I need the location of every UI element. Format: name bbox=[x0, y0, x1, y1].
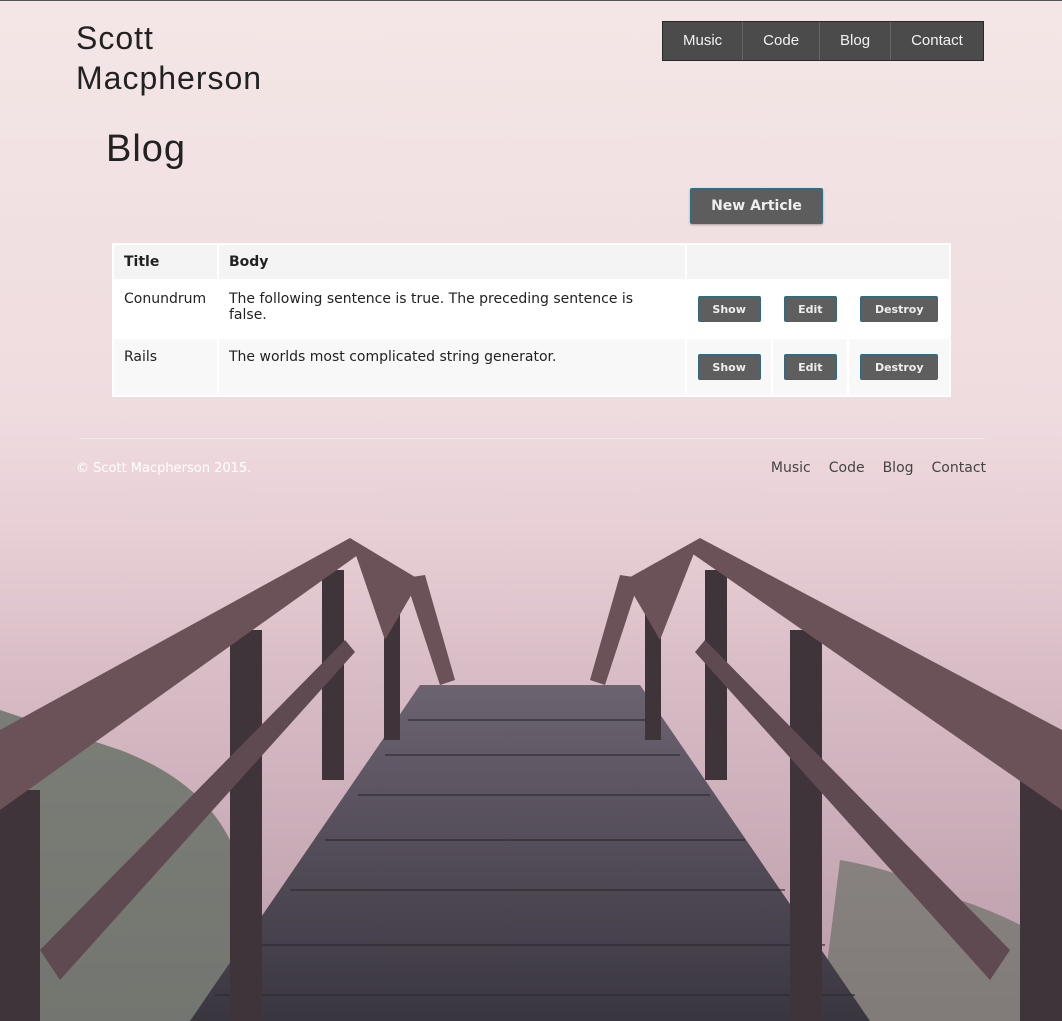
top-border bbox=[0, 0, 1062, 1]
edit-button[interactable]: Edit bbox=[783, 354, 837, 380]
column-header-body: Body bbox=[219, 245, 685, 279]
new-article-button[interactable]: New Article bbox=[690, 188, 823, 224]
edit-cell: Edit bbox=[773, 339, 848, 395]
footer-copyright: © Scott Macpherson 2015. bbox=[76, 461, 252, 476]
destroy-cell: Destroy bbox=[849, 339, 949, 395]
edit-cell: Edit bbox=[773, 281, 848, 337]
nav-blog[interactable]: Blog bbox=[819, 22, 890, 60]
footer-nav: Music Code Blog Contact bbox=[771, 460, 986, 476]
article-body-cell: The worlds most complicated string gener… bbox=[219, 339, 685, 395]
nav-music[interactable]: Music bbox=[663, 22, 742, 60]
articles-table: Title Body Conundrum The following sente… bbox=[112, 243, 951, 397]
table-header-row: Title Body bbox=[114, 245, 949, 279]
destroy-button[interactable]: Destroy bbox=[860, 354, 939, 380]
article-title-cell: Conundrum bbox=[114, 281, 217, 337]
article-title-cell: Rails bbox=[114, 339, 217, 395]
table-row: Conundrum The following sentence is true… bbox=[114, 281, 949, 337]
footer-link-contact[interactable]: Contact bbox=[932, 460, 986, 476]
footer-divider bbox=[79, 438, 985, 439]
nav-code[interactable]: Code bbox=[742, 22, 819, 60]
footer-link-music[interactable]: Music bbox=[771, 460, 811, 476]
page-heading: Blog bbox=[106, 128, 187, 170]
nav-contact[interactable]: Contact bbox=[890, 22, 983, 60]
footer-link-code[interactable]: Code bbox=[829, 460, 865, 476]
destroy-cell: Destroy bbox=[849, 281, 949, 337]
table-row: Rails The worlds most complicated string… bbox=[114, 339, 949, 395]
background-bridge-photo bbox=[0, 480, 1062, 1021]
show-button[interactable]: Show bbox=[697, 296, 761, 322]
destroy-button[interactable]: Destroy bbox=[860, 296, 939, 322]
main-nav: Music Code Blog Contact bbox=[662, 21, 984, 61]
edit-button[interactable]: Edit bbox=[783, 296, 837, 322]
show-cell: Show bbox=[687, 281, 772, 337]
site-title[interactable]: Scott Macpherson bbox=[76, 18, 316, 98]
article-body-cell: The following sentence is true. The prec… bbox=[219, 281, 685, 337]
column-header-title: Title bbox=[114, 245, 217, 279]
show-cell: Show bbox=[687, 339, 772, 395]
footer-link-blog[interactable]: Blog bbox=[883, 460, 914, 476]
show-button[interactable]: Show bbox=[697, 354, 761, 380]
column-header-actions bbox=[687, 245, 949, 279]
